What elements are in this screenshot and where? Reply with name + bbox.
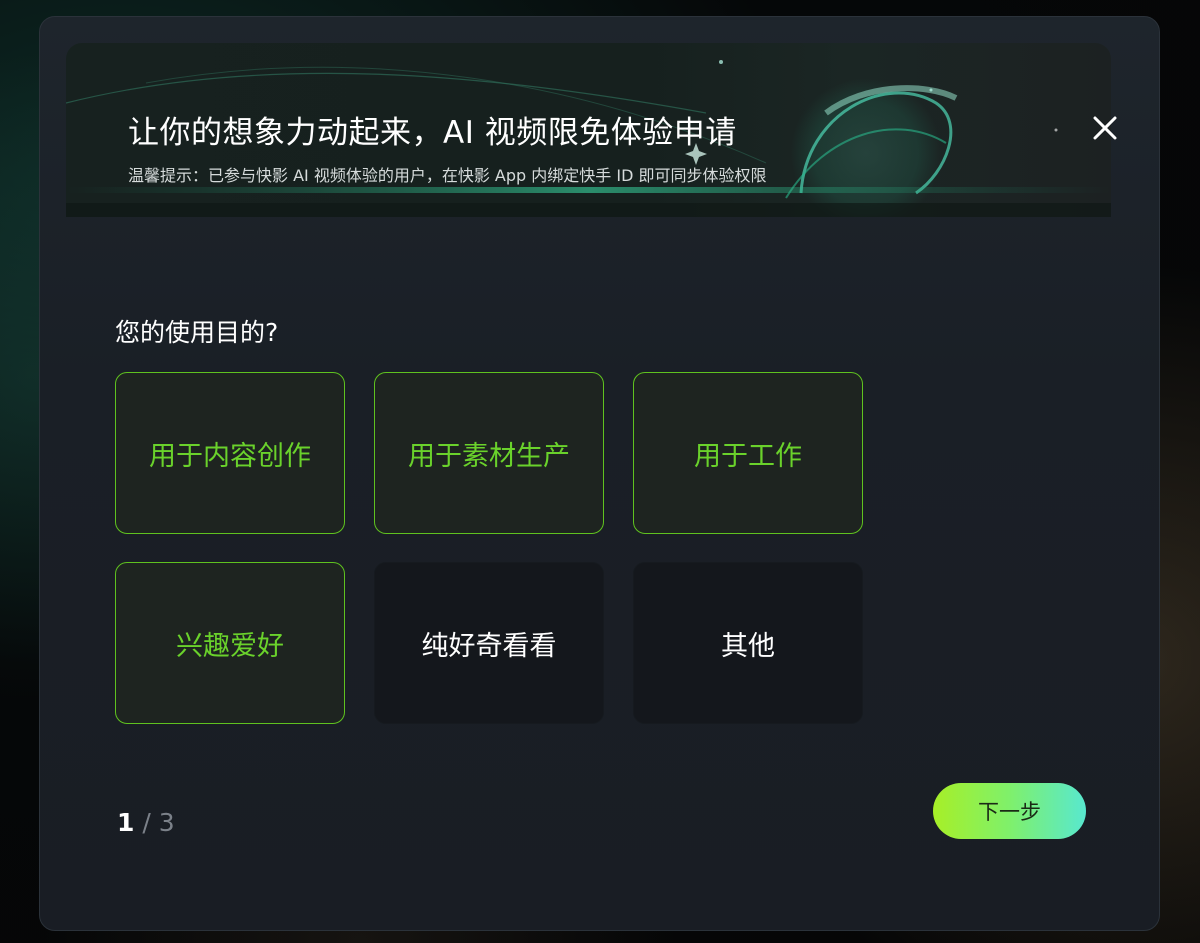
option-other[interactable]: 其他 — [633, 562, 863, 724]
option-label: 兴趣爱好 — [176, 630, 284, 662]
option-label: 用于工作 — [694, 440, 802, 472]
step-separator: / — [142, 808, 151, 837]
option-label: 其他 — [721, 630, 775, 662]
next-button-label: 下一步 — [978, 800, 1041, 824]
next-button[interactable]: 下一步 — [933, 783, 1086, 839]
close-button[interactable] — [1090, 113, 1120, 143]
total-steps: 3 — [158, 808, 175, 837]
option-material-production[interactable]: 用于素材生产 — [374, 372, 604, 534]
option-content-creation[interactable]: 用于内容创作 — [115, 372, 345, 534]
option-label: 用于内容创作 — [149, 440, 311, 472]
header-banner: 让你的想象力动起来，AI 视频限免体验申请 温馨提示：已参与快影 AI 视频体验… — [66, 43, 1111, 217]
banner-title: 让你的想象力动起来，AI 视频限免体验申请 — [128, 115, 737, 151]
step-indicator: 1 / 3 — [117, 808, 175, 837]
option-label: 纯好奇看看 — [421, 630, 557, 662]
option-hobby[interactable]: 兴趣爱好 — [115, 562, 345, 724]
current-step: 1 — [117, 808, 135, 837]
close-icon — [1093, 116, 1117, 140]
application-modal: 让你的想象力动起来，AI 视频限免体验申请 温馨提示：已参与快影 AI 视频体验… — [39, 16, 1160, 931]
option-just-curious[interactable]: 纯好奇看看 — [374, 562, 604, 724]
option-label: 用于素材生产 — [408, 440, 570, 472]
banner-tip: 温馨提示：已参与快影 AI 视频体验的用户，在快影 App 内绑定快手 ID 即… — [128, 166, 767, 185]
question-title: 您的使用目的? — [115, 318, 279, 347]
option-work[interactable]: 用于工作 — [633, 372, 863, 534]
